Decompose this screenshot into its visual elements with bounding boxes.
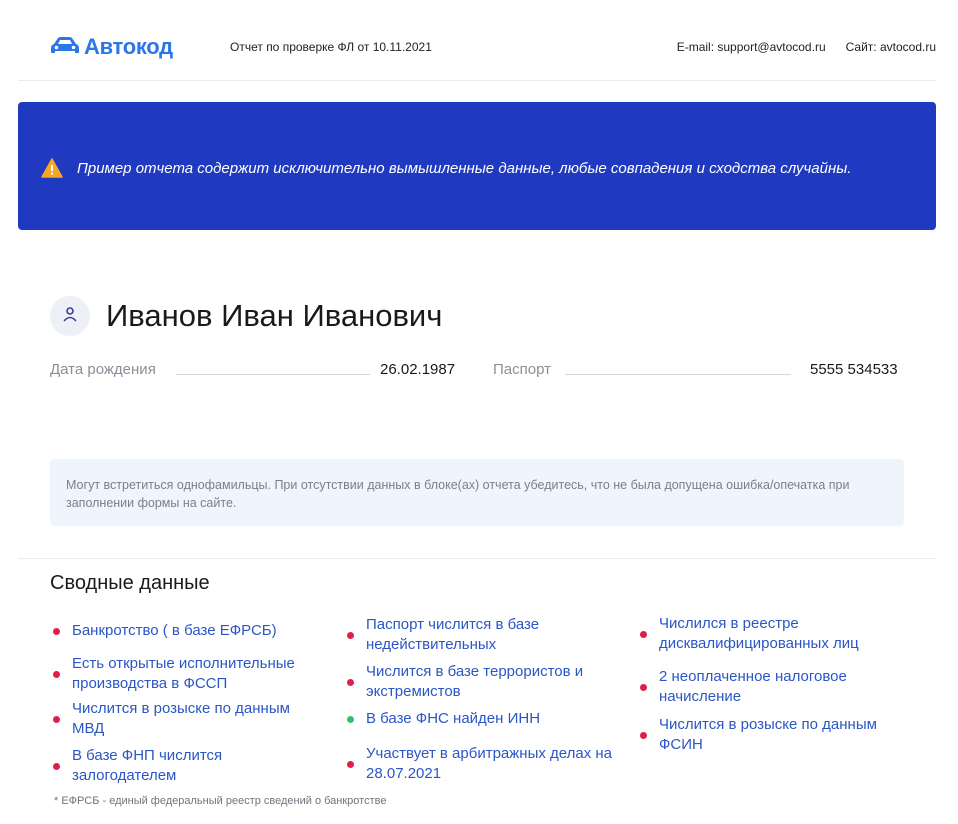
field-divider (176, 374, 370, 375)
summary-item-fssp[interactable]: Есть открытые исполнительные производств… (53, 654, 323, 694)
person-name: Иванов Иван Иванович (106, 298, 443, 333)
summary-item-text: Числится в розыске по данным МВД (72, 700, 290, 737)
status-dot (53, 627, 60, 635)
status-dot (347, 715, 354, 723)
summary-item-invalid-passport[interactable]: Паспорт числится в базе недействительных (347, 615, 577, 655)
namesake-note: Могут встретиться однофамильцы. При отсу… (50, 459, 904, 526)
summary-item-inn[interactable]: В базе ФНС найден ИНН (347, 709, 540, 729)
passport-value: 5555 534533 (810, 361, 898, 378)
summary-item-text: 2 неоплаченное налоговое начисление (659, 668, 847, 705)
summary-item-text: В базе ФНП числится залогодателем (72, 747, 223, 784)
section-divider (18, 558, 936, 559)
summary-item-mvd-wanted[interactable]: Числится в розыске по данным МВД (53, 699, 323, 739)
summary-item-text: Участвует в арбитражных делах на 28.07.2… (366, 745, 613, 782)
summary-item-text: Банкротство ( в базе ЕФРСБ) (72, 622, 277, 639)
status-dot (640, 683, 647, 691)
disclaimer-text: Пример отчета содержит исключительно вым… (77, 160, 852, 177)
warning-icon (41, 158, 63, 183)
summary-item-fnp-pledgor[interactable]: В базе ФНП числится залогодателем (53, 746, 253, 786)
car-icon (50, 35, 80, 60)
site-link[interactable]: Сайт: avtocod.ru (846, 40, 936, 54)
logo-text: Автокод (84, 34, 173, 59)
birth-date-value: 26.02.1987 (380, 361, 456, 378)
status-dot (347, 678, 354, 686)
footnote: * ЕФРСБ - единый федеральный реестр свед… (54, 795, 387, 807)
status-dot (53, 670, 60, 678)
field-divider (565, 374, 791, 375)
contacts: E-mail: support@avtocod.ru Сайт: avtocod… (677, 40, 936, 54)
header: Автокод Отчет по проверке ФЛ от 10.11.20… (18, 0, 936, 81)
summary-item-fsin-wanted[interactable]: Числится в розыске по данным ФСИН (640, 715, 910, 755)
summary-item-text: Паспорт числится в базе недействительных (366, 616, 540, 653)
status-dot (53, 762, 60, 770)
report-title: Отчет по проверке ФЛ от 10.11.2021 (230, 40, 432, 54)
summary-item-text: Числится в розыске по данным ФСИН (659, 716, 877, 753)
summary-title: Сводные данные (50, 572, 210, 594)
summary-item-bankruptcy[interactable]: Банкротство ( в базе ЕФРСБ) (53, 621, 277, 641)
avatar (50, 296, 90, 336)
status-dot (640, 630, 647, 638)
birth-date-label: Дата рождения (50, 361, 156, 378)
disclaimer-banner: Пример отчета содержит исключительно вым… (18, 102, 936, 230)
summary-item-text: Есть открытые исполнительные производств… (72, 655, 295, 692)
user-icon (62, 306, 78, 327)
summary-item-text: Числится в базе террористов и экстремист… (366, 663, 584, 700)
logo[interactable]: Автокод (50, 34, 173, 60)
summary-item-disqualified[interactable]: Числился в реестре дисквалифицированных … (640, 614, 890, 654)
person-header: Иванов Иван Иванович (50, 296, 442, 336)
summary-item-text: Числился в реестре дисквалифицированных … (659, 615, 859, 652)
summary-item-tax[interactable]: 2 неоплаченное налоговое начисление (640, 667, 870, 707)
summary-item-text: В базе ФНС найден ИНН (366, 710, 541, 727)
status-dot (640, 731, 647, 739)
summary-item-terrorists[interactable]: Числится в базе террористов и экстремист… (347, 662, 617, 702)
namesake-note-text: Могут встретиться однофамильцы. При отсу… (66, 478, 850, 510)
summary-item-arbitration[interactable]: Участвует в арбитражных делах на 28.07.2… (347, 744, 622, 784)
status-dot (347, 631, 354, 639)
status-dot (53, 715, 60, 723)
passport-label: Паспорт (493, 361, 551, 378)
status-dot (347, 760, 354, 768)
support-email-link[interactable]: E-mail: support@avtocod.ru (677, 40, 826, 54)
